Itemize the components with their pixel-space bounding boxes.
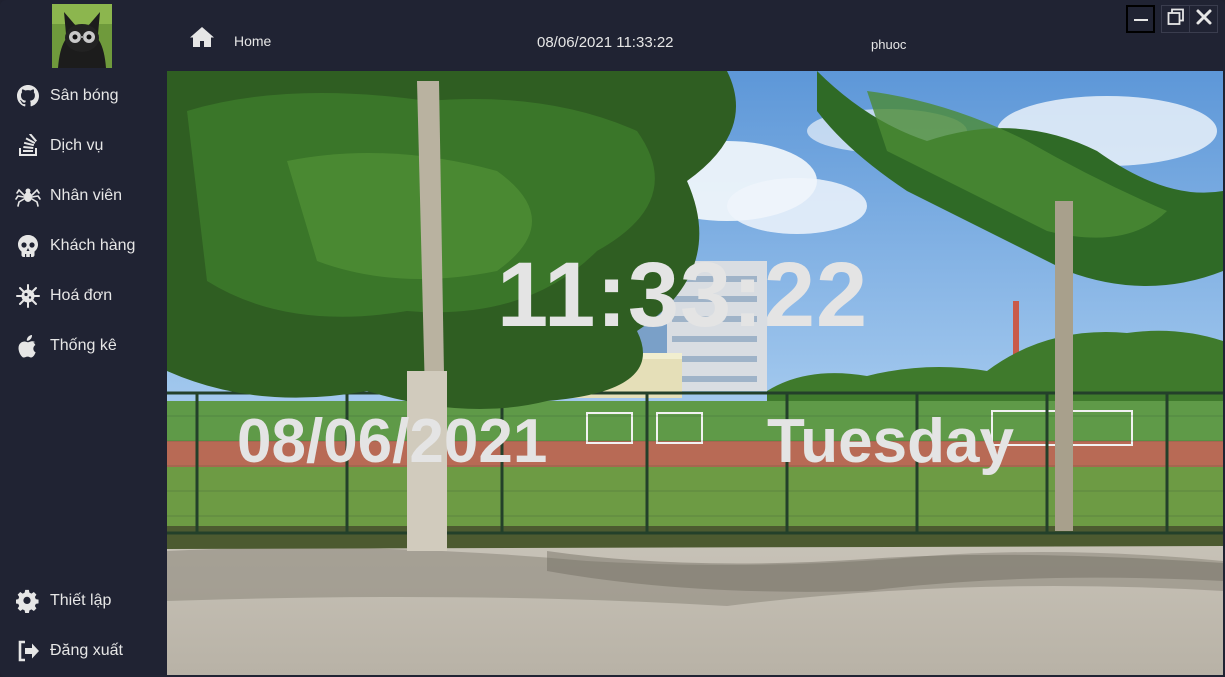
minimize-button[interactable] [1126,5,1155,33]
sidebar-item-hoa-don[interactable]: Hoá đơn [0,276,167,316]
home-icon[interactable] [189,26,215,48]
sidebar-item-san-bong[interactable]: Sân bóng [0,76,167,116]
background-photo [167,71,1223,675]
top-bar: Home 08/06/2021 11:33:22 phuoc [167,0,1225,71]
header-datetime: 08/06/2021 11:33:22 [537,34,674,51]
sidebar-item-thiet-lap[interactable]: Thiết lập [0,581,167,621]
sidebar-item-label: Khách hàng [50,237,136,254]
gear-icon [15,588,41,614]
sidebar-item-dang-xuat[interactable]: Đăng xuất [0,631,167,671]
stack-icon [15,133,41,159]
sidebar-item-label: Đăng xuất [50,642,123,659]
logout-icon [15,638,41,664]
clock-day: Tuesday [767,407,1014,476]
username-label: phuoc [871,37,907,52]
sidebar-item-thong-ke[interactable]: Thống kê [0,326,167,366]
apple-icon [15,333,41,359]
github-icon [15,83,41,109]
app-window: Sân bóng Dịch vụ Nhân viên Khách hàng Ho [0,0,1225,677]
virus-icon [15,283,41,309]
sidebar-item-khach-hang[interactable]: Khách hàng [0,226,167,266]
sidebar-item-dich-vu[interactable]: Dịch vụ [0,126,167,166]
maximize-button[interactable] [1161,5,1190,33]
sidebar-item-label: Thiết lập [50,592,112,609]
sidebar-item-label: Dịch vụ [50,137,104,154]
sidebar: Sân bóng Dịch vụ Nhân viên Khách hàng Ho [0,0,167,677]
main-panel: 11:33:22 08/06/2021 Tuesday [167,71,1223,675]
sidebar-item-label: Hoá đơn [50,287,113,304]
clock-time: 11:33:22 [497,244,869,346]
sidebar-item-label: Sân bóng [50,87,119,104]
spider-icon [15,183,41,209]
restore-icon [1167,8,1185,31]
sidebar-item-label: Nhân viên [50,187,123,204]
home-link[interactable]: Home [234,33,271,49]
minimize-icon [1132,8,1150,31]
avatar[interactable] [52,4,112,68]
close-icon [1195,8,1213,31]
close-button[interactable] [1189,5,1218,33]
clock-date: 08/06/2021 [237,407,548,476]
sidebar-item-label: Thống kê [50,337,117,354]
sidebar-item-nhan-vien[interactable]: Nhân viên [0,176,167,216]
skull-icon [15,233,41,259]
